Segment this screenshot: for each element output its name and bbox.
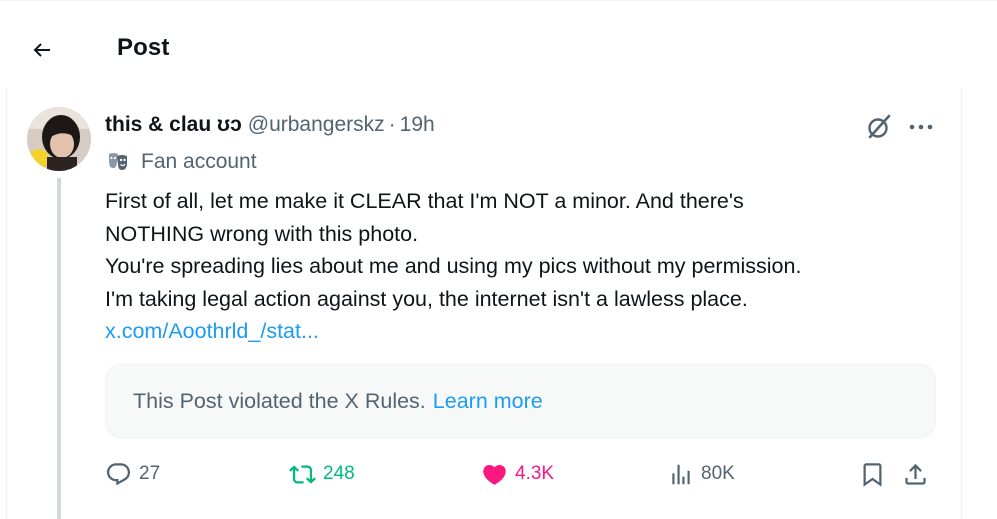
author-name[interactable]: this & clau ʊɔ xyxy=(105,113,242,137)
thread-line xyxy=(57,178,61,519)
author-handle[interactable]: @urbangerskz xyxy=(248,113,385,137)
post-text-line: First of all, let me make it CLEAR that … xyxy=(105,189,744,213)
back-button[interactable] xyxy=(22,30,62,70)
grok-icon xyxy=(868,114,891,139)
share-button[interactable] xyxy=(902,455,929,493)
account-label-text: Fan account xyxy=(141,150,257,173)
views-icon xyxy=(672,464,690,484)
post-actions: 27 248 4.3K 80K xyxy=(105,455,940,493)
post-link[interactable]: x.com/Aoothrld_/stat... xyxy=(105,319,319,343)
separator-dot: · xyxy=(388,113,396,136)
reply-count: 27 xyxy=(139,463,161,484)
views-button[interactable]: 80K xyxy=(668,455,735,493)
violation-notice-text: This Post violated the X Rules. xyxy=(133,388,426,413)
repost-icon xyxy=(289,464,316,484)
post-time[interactable]: 19h xyxy=(400,113,435,137)
back-arrow-icon xyxy=(33,43,50,57)
more-icon xyxy=(909,124,933,130)
like-button[interactable]: 4.3K xyxy=(481,455,554,493)
share-icon xyxy=(905,463,926,485)
page-title: Post xyxy=(117,34,170,61)
avatar[interactable] xyxy=(27,107,91,171)
repost-count: 248 xyxy=(323,463,355,484)
reply-icon xyxy=(106,462,131,485)
learn-more-link[interactable]: Learn more xyxy=(433,389,543,414)
bookmark-button[interactable] xyxy=(859,455,886,493)
post-text-line: You're spreading lies about me and using… xyxy=(105,254,802,278)
grok-button[interactable] xyxy=(862,110,896,144)
bookmark-icon xyxy=(863,462,882,487)
like-count: 4.3K xyxy=(515,463,555,484)
reply-button[interactable]: 27 xyxy=(105,455,160,493)
like-heart-icon xyxy=(483,464,506,485)
post-text-line: NOTHING wrong with this photo. xyxy=(105,221,419,246)
page-header: Post xyxy=(0,4,997,86)
more-button[interactable] xyxy=(904,112,938,142)
account-label: Fan account xyxy=(107,148,257,176)
theater-mask-icon xyxy=(107,152,129,172)
post-text-line: I'm taking legal action against you, the… xyxy=(105,286,748,311)
post-author-row: this & clau ʊɔ @urbangerskz · 19h xyxy=(105,111,435,139)
repost-button[interactable]: 248 xyxy=(289,455,355,493)
views-count: 80K xyxy=(701,463,735,484)
violation-notice: This Post violated the X Rules. Learn mo… xyxy=(105,364,936,438)
post-text: First of all, let me make it CLEAR that … xyxy=(105,185,935,348)
